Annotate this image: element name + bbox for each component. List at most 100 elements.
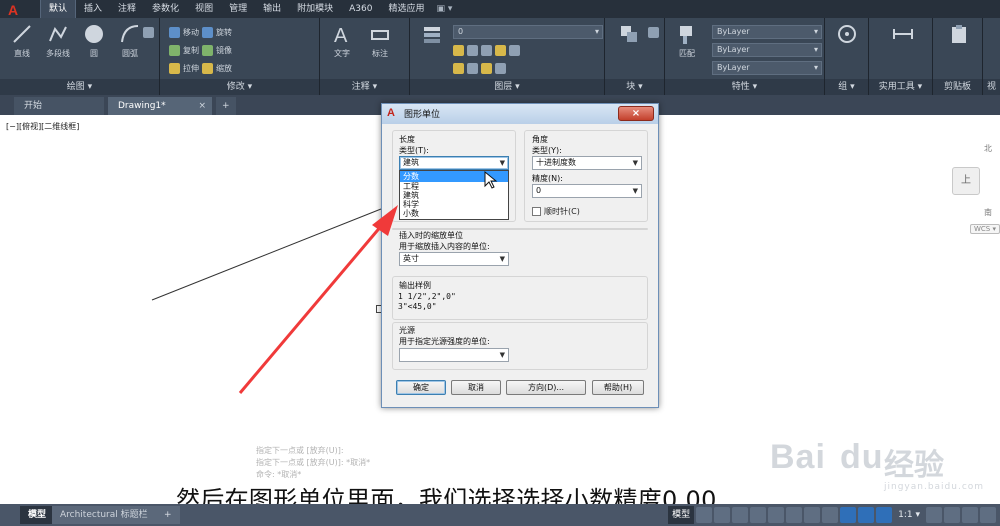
angle-type-select[interactable]: 十进制度数 ▼ (532, 156, 642, 170)
ok-button[interactable]: 确定 (396, 380, 446, 395)
workspace-gear-icon[interactable] (926, 507, 942, 523)
insert-block-button[interactable] (612, 23, 646, 75)
rotate-label[interactable]: 旋转 (216, 27, 232, 38)
panel-view-title[interactable]: 视 (983, 79, 1000, 95)
tab-layout-architectural[interactable]: Architectural 标题栏 (52, 506, 156, 524)
layer-lock-icon[interactable] (467, 45, 478, 56)
application-menu-button[interactable]: A (0, 0, 40, 20)
lineweight-icon[interactable] (804, 507, 821, 523)
layer-merge-icon[interactable] (467, 63, 478, 74)
lighting-units-select[interactable]: ▼ (399, 348, 509, 362)
grid-icon[interactable] (696, 507, 713, 523)
tab-annotate[interactable]: 注释 (110, 0, 144, 18)
tab-drawing1[interactable]: Drawing1* × (108, 97, 212, 115)
dimension-tool-button[interactable]: 标注 (363, 23, 397, 75)
panel-groups-title[interactable]: 组 ▾ (825, 79, 868, 95)
polar-icon[interactable] (750, 507, 767, 523)
tab-default[interactable]: 默认 (40, 0, 77, 18)
auto-scale-icon[interactable] (876, 507, 893, 523)
line-tool-button[interactable]: 直线 (5, 23, 39, 75)
insertion-units-select[interactable]: 英寸 ▼ (399, 252, 509, 266)
move-icon[interactable] (169, 27, 180, 38)
mirror-label[interactable]: 镜像 (216, 45, 232, 56)
tab-manage[interactable]: 管理 (221, 0, 255, 18)
clockwise-checkbox[interactable] (532, 207, 541, 216)
isolate-objects-icon[interactable] (962, 507, 978, 523)
scale-label[interactable]: 缩放 (216, 63, 232, 74)
viewport-controls[interactable]: [−][俯视][二维线框] (6, 121, 79, 132)
layer-match-icon[interactable] (509, 45, 520, 56)
panel-clipboard-title[interactable]: 剪贴板 (933, 79, 982, 95)
linetype-dropdown[interactable]: ByLayer ▾ (712, 43, 822, 57)
tab-featured-apps[interactable]: 精选应用 (380, 0, 432, 18)
length-option-architectural[interactable]: 建筑 (400, 191, 508, 200)
group-button[interactable] (830, 23, 864, 75)
lineweight-dropdown[interactable]: ByLayer ▾ (712, 61, 822, 75)
paste-button[interactable] (942, 23, 976, 75)
layer-off-icon[interactable] (481, 45, 492, 56)
snap-icon[interactable] (714, 507, 731, 523)
match-properties-button[interactable]: 匹配 (670, 23, 704, 75)
circle-tool-button[interactable]: 圆 (77, 23, 111, 75)
dialog-close-button[interactable]: × (618, 106, 654, 121)
length-option-decimal[interactable]: 小数 (400, 209, 508, 218)
add-layout-button[interactable]: + (156, 506, 180, 524)
arc-tool-button[interactable]: 圆弧 (113, 23, 147, 75)
selection-cycling-icon[interactable] (840, 507, 857, 523)
customize-icon[interactable] (980, 507, 996, 523)
close-icon[interactable]: × (198, 97, 206, 115)
ribbon-options-button[interactable]: ▣ ▾ (432, 0, 456, 18)
mirror-icon[interactable] (202, 45, 213, 56)
length-option-scientific[interactable]: 科学 (400, 200, 508, 209)
direction-button[interactable]: 方向(D)... (506, 380, 586, 395)
scale-icon[interactable] (202, 63, 213, 74)
wcs-menu[interactable]: WCS ▾ (970, 224, 1000, 234)
layer-freeze-icon[interactable] (453, 45, 464, 56)
panel-utilities-title[interactable]: 实用工具 ▾ (869, 79, 932, 95)
layer-previous-icon[interactable] (481, 63, 492, 74)
create-block-icon[interactable] (648, 27, 659, 38)
tab-addins[interactable]: 附加模块 (289, 0, 341, 18)
ortho-icon[interactable] (732, 507, 749, 523)
length-type-select[interactable]: 建筑 ▼ (399, 156, 509, 170)
tab-view[interactable]: 视图 (187, 0, 221, 18)
layer-delete-icon[interactable] (495, 63, 506, 74)
layer-properties-button[interactable] (415, 23, 449, 75)
text-tool-button[interactable]: A 文字 (325, 23, 359, 75)
tab-output[interactable]: 输出 (255, 0, 289, 18)
panel-layers-title[interactable]: 图层 ▾ (410, 79, 604, 95)
draw-extra-icon[interactable] (143, 27, 154, 38)
annotation-scale[interactable]: 1:1 ▾ (894, 506, 924, 524)
stretch-label[interactable]: 拉伸 (183, 63, 199, 74)
viewcube-north[interactable]: 北 (984, 143, 992, 154)
plus-icon[interactable] (944, 507, 960, 523)
panel-modify-title[interactable]: 修改 ▾ (160, 79, 319, 95)
tab-a360[interactable]: A360 (341, 0, 380, 18)
color-dropdown[interactable]: ByLayer ▾ (712, 25, 822, 39)
dialog-titlebar[interactable]: A 图形单位 × (382, 104, 658, 124)
layer-dropdown[interactable]: 0 ▾ (453, 25, 603, 39)
layer-walk-icon[interactable] (453, 63, 464, 74)
stretch-icon[interactable] (169, 63, 180, 74)
cancel-button[interactable]: 取消 (451, 380, 501, 395)
osnap-icon[interactable] (786, 507, 803, 523)
move-label[interactable]: 移动 (183, 27, 199, 38)
transparency-icon[interactable] (822, 507, 839, 523)
panel-properties-title[interactable]: 特性 ▾ (665, 79, 824, 95)
angle-precision-select[interactable]: 0 ▼ (532, 184, 642, 198)
new-tab-button[interactable]: + (216, 97, 236, 115)
layer-isolate-icon[interactable] (495, 45, 506, 56)
clockwise-label[interactable]: 顺时针(C) (544, 206, 580, 217)
panel-annotation-title[interactable]: 注释 ▾ (320, 79, 409, 95)
polyline-tool-button[interactable]: 多段线 (41, 23, 75, 75)
length-option-fractional[interactable]: 分数 (400, 171, 508, 182)
length-option-engineering[interactable]: 工程 (400, 182, 508, 191)
isodraft-icon[interactable] (768, 507, 785, 523)
viewcube-south[interactable]: 南 (984, 207, 992, 218)
help-button[interactable]: 帮助(H) (592, 380, 644, 395)
tab-insert[interactable]: 插入 (76, 0, 110, 18)
panel-block-title[interactable]: 块 ▾ (605, 79, 664, 95)
tab-start[interactable]: 开始 (14, 97, 104, 115)
annotation-visibility-icon[interactable] (858, 507, 875, 523)
rotate-icon[interactable] (202, 27, 213, 38)
